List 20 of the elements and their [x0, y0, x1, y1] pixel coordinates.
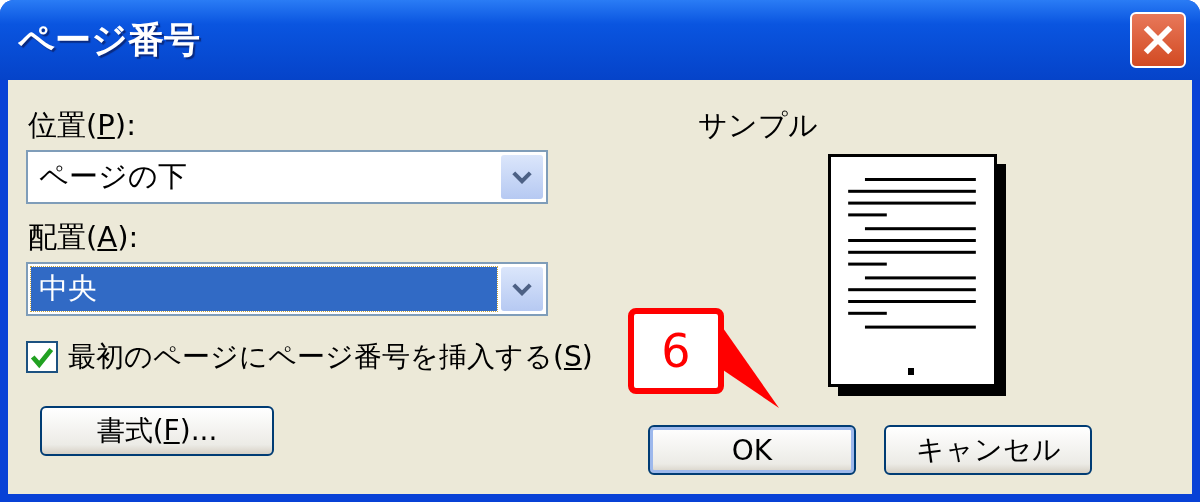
dropdown-arrow-button[interactable]	[501, 267, 543, 311]
dropdown-value: ページの下	[38, 158, 188, 195]
dropdown-arrow-button[interactable]	[501, 155, 543, 199]
chevron-down-icon	[511, 282, 533, 296]
cancel-button[interactable]: キャンセル	[884, 425, 1092, 475]
step-callout: 6	[628, 308, 724, 394]
preview-label: サンプル	[698, 107, 818, 144]
checkbox[interactable]	[26, 341, 58, 373]
format-button[interactable]: 書式(F)...	[40, 406, 274, 456]
dropdown-value: 中央	[31, 267, 497, 311]
field-label: 配置(A):	[28, 219, 140, 256]
field-label: 位置(P):	[28, 107, 137, 144]
dropdown[interactable]: ページの下	[26, 150, 548, 204]
chevron-down-icon	[511, 170, 533, 184]
dropdown[interactable]: 中央	[26, 262, 548, 316]
close-button[interactable]	[1130, 12, 1186, 68]
close-icon	[1141, 23, 1175, 57]
ok-button[interactable]: OK	[648, 425, 856, 475]
checkbox-label: 最初のページにページ番号を挿入する(S)	[68, 339, 593, 375]
window-title: ページ番号	[18, 17, 200, 62]
